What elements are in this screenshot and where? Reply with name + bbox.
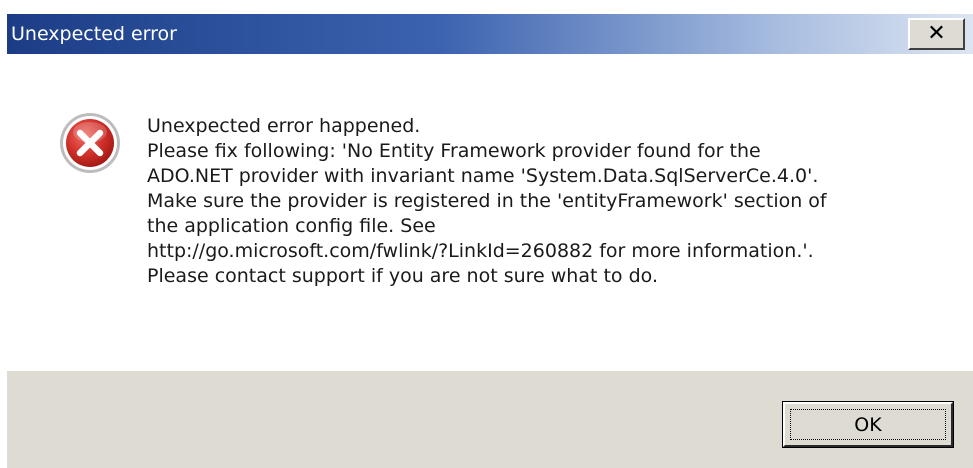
message-line: Make sure the provider is registered in … — [147, 190, 827, 212]
message-line: Unexpected error happened. — [147, 115, 421, 137]
focus-rectangle: OK — [790, 409, 946, 440]
close-button[interactable]: ✕ — [908, 18, 965, 50]
message-line: http://go.microsoft.com/fwlink/?LinkId=2… — [147, 240, 814, 262]
message-line: Please contact support if you are not su… — [147, 265, 658, 287]
title-bar[interactable]: Unexpected error ✕ — [7, 14, 973, 54]
dialog-content: Unexpected error happened. Please fix fo… — [7, 54, 973, 371]
message-line: ADO.NET provider with invariant name 'Sy… — [147, 165, 819, 187]
error-icon — [60, 113, 120, 173]
close-icon: ✕ — [927, 21, 946, 46]
ok-label: OK — [854, 413, 882, 436]
button-bar: OK — [7, 371, 973, 468]
ok-button[interactable]: OK — [782, 401, 954, 448]
message-line: the application config file. See — [147, 215, 436, 237]
window-title: Unexpected error — [11, 23, 177, 45]
message-line: Please fix following: 'No Entity Framewo… — [147, 140, 761, 162]
error-message: Unexpected error happened. Please fix fo… — [147, 114, 947, 289]
error-dialog: Unexpected error ✕ Unexpected error happ… — [0, 0, 973, 468]
